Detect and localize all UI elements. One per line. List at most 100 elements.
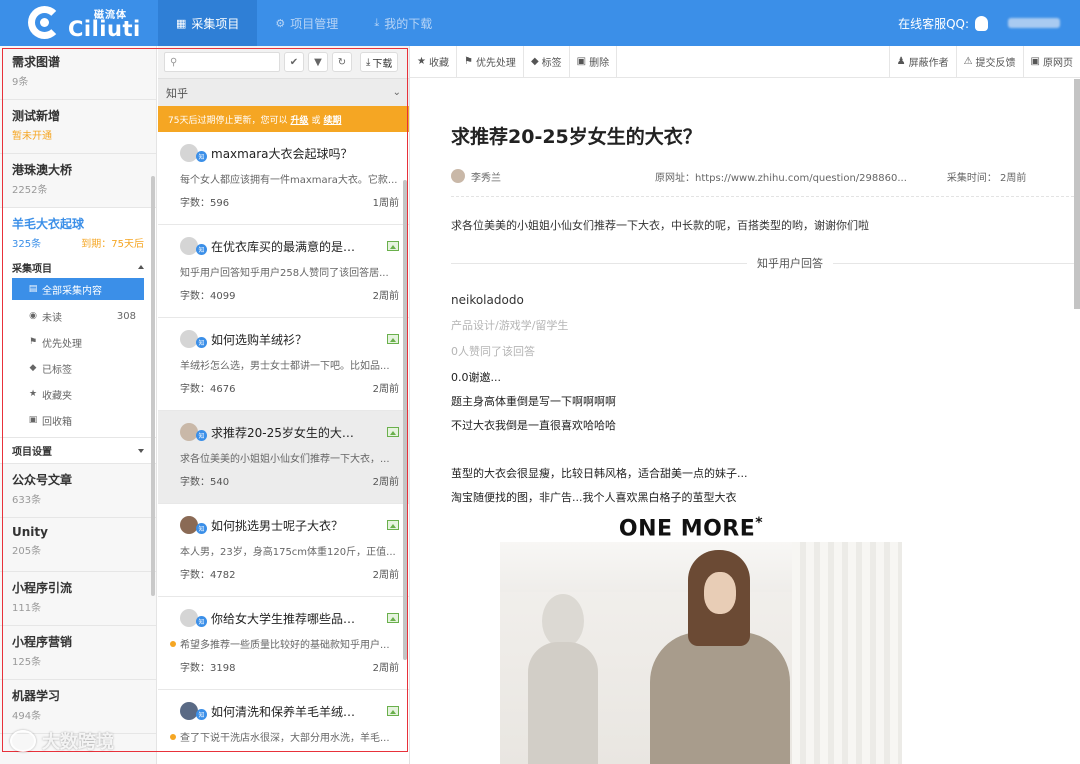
item-word-count: 字数：540: [180, 477, 230, 488]
sidebar-project-active[interactable]: 羊毛大衣起球 325条 到期：75天后: [0, 208, 156, 256]
list-item[interactable]: 知 如何选购羊绒衫？ 羊绒衫怎么选，男士女士都讲一下吧。比如品... 字数：46…: [158, 318, 409, 411]
unread-dot-icon: [170, 734, 176, 740]
question-text: 求各位美美的小姐姐小仙女们推荐一下大衣，中长款的呢，百搭类型的哟，谢谢你们啦: [451, 219, 869, 232]
sub-item-recycle-bin[interactable]: ▣ 回收箱: [12, 407, 144, 433]
nav-project-management[interactable]: ⚙ 项目管理: [257, 0, 356, 46]
sidebar-project[interactable]: 小程序引流 111条: [0, 572, 156, 626]
sidebar-project[interactable]: 港珠澳大桥 2252条: [0, 154, 156, 208]
logo-en-text: Ciliuti: [68, 17, 141, 41]
filter-button[interactable]: ▼: [308, 52, 328, 72]
trash-icon: ▣: [576, 56, 587, 67]
download-icon: ⤓: [374, 16, 380, 29]
zhihu-icon: 知: [196, 522, 207, 534]
item-word-count: 字数：3198: [180, 663, 236, 674]
sidebar-project[interactable]: 机器学习 494条: [0, 680, 156, 734]
answer-line: 不过大衣我倒是一直很喜欢哈哈哈: [451, 419, 616, 432]
item-time: 2周前: [372, 291, 399, 302]
item-time: 2周前: [372, 384, 399, 395]
favorite-button[interactable]: ★ 收藏: [410, 46, 457, 78]
article-list-panel: ⚲ ✔ ▼ ↻ ⤓ 下载 知乎 ⌄ 75天后过期停止更新，您可以 升级 或 续期…: [158, 46, 410, 764]
source-selector[interactable]: 知乎 ⌄: [158, 78, 409, 106]
sub-item-all-content[interactable]: ▤ 全部采集内容: [12, 278, 144, 300]
answer-line: 淘宝随便找的图，非广告...我个人喜欢黑白格子的茧型大衣: [451, 491, 737, 504]
top-right-area: 在线客服QQ:: [898, 0, 1060, 46]
item-summary: 知乎用户回答知乎用户258人赞同了该回答居...: [180, 268, 389, 279]
check-icon: ✔: [289, 56, 299, 68]
sub-item-priority[interactable]: ⚑ 优先处理: [12, 329, 144, 355]
article-meta: 李秀兰 原网址：https://www.zhihu.com/question/2…: [451, 168, 1080, 184]
search-box[interactable]: ⚲: [164, 52, 280, 72]
delete-button[interactable]: ▣ 删除: [570, 46, 618, 78]
item-summary: 每个女人都应该拥有一件maxmara大衣。它款...: [180, 175, 398, 186]
support-label: 在线客服QQ:: [898, 16, 969, 31]
zhihu-icon: 知: [196, 243, 207, 255]
list-item[interactable]: 知 你给女大学生推荐哪些品牌... 希望多推荐一些质量比较好的基础款知乎用户..…: [158, 597, 409, 690]
list-item[interactable]: 知 maxmara大衣会起球吗？ 每个女人都应该拥有一件maxmara大衣。它款…: [158, 132, 409, 225]
refresh-button[interactable]: ↻: [332, 52, 352, 72]
project-sidebar: 需求图谱 9条 测试新增 暂未开通 港珠澳大桥 2252条 羊毛大衣起球 325…: [0, 46, 157, 764]
zhihu-icon: 知: [196, 336, 207, 348]
user-menu[interactable]: [1008, 18, 1060, 28]
download-icon: ⤓: [366, 56, 371, 68]
item-time: 1周前: [372, 198, 399, 209]
collect-section-header[interactable]: 采集项目: [0, 256, 156, 278]
list-scrollbar[interactable]: [403, 180, 407, 660]
collect-submenu: 采集项目 ▤ 全部采集内容 ◉ 未读 308 ⚑ 优先处理 ◆ 已标签 ★ 收藏…: [0, 256, 156, 438]
app-logo[interactable]: 磁流体 Ciliuti: [28, 6, 158, 41]
project-settings-header[interactable]: 项目设置: [0, 438, 156, 464]
answer-line: 茧型的大衣会很显瘦，比较日韩风格，适合甜美一点的妹子...: [451, 467, 748, 480]
chevron-down-icon: ⌄: [392, 87, 401, 98]
content-scrollbar[interactable]: [1074, 79, 1080, 309]
renew-link[interactable]: 续期: [323, 113, 341, 126]
list-item-selected[interactable]: 知 求推荐20-25岁女生的大衣？ 求各位美美的小姐姐小仙女们推荐一下大衣，..…: [158, 411, 409, 504]
sidebar-project[interactable]: Unity 205条: [0, 518, 156, 572]
tag-icon: ◆: [530, 56, 539, 67]
item-word-count: 字数：596: [180, 198, 230, 209]
item-time: 2周前: [372, 477, 399, 488]
item-summary: 希望多推荐一些质量比较好的基础款知乎用户...: [180, 640, 390, 651]
sidebar-project[interactable]: 小程序营销 125条: [0, 626, 156, 680]
author-name[interactable]: 李秀兰: [471, 169, 501, 184]
image-icon: [387, 334, 399, 344]
feedback-button[interactable]: ⚠ 提交反馈: [955, 46, 1023, 78]
sidebar-project[interactable]: 测试新增 暂未开通: [0, 100, 156, 154]
priority-button[interactable]: ⚑ 优先处理: [457, 46, 524, 78]
search-input[interactable]: [180, 56, 277, 68]
sidebar-project[interactable]: 公众号文章 633条: [0, 464, 156, 518]
article-title: 求推荐20-25岁女生的大衣？: [451, 126, 702, 148]
zhihu-icon: 知: [196, 429, 207, 441]
project-count: 325条: [12, 239, 42, 250]
item-summary: 求各位美美的小姐姐小仙女们推荐一下大衣，...: [180, 454, 390, 465]
upgrade-link[interactable]: 升级: [290, 113, 308, 126]
qq-icon[interactable]: [975, 15, 988, 31]
sidebar-scrollbar[interactable]: [151, 176, 155, 596]
sub-item-favorites[interactable]: ★ 收藏夹: [12, 381, 144, 407]
avatar: [180, 609, 198, 627]
product-photo: [500, 542, 902, 764]
zhihu-icon: 知: [196, 615, 207, 627]
nav-my-downloads[interactable]: ⤓ 我的下载: [356, 0, 450, 46]
list-item[interactable]: 知 如何清洗和保养羊毛羊绒衫... 查了下说干洗店水很深，大部分用水洗，羊毛..…: [158, 690, 409, 764]
source-url[interactable]: 原网址：https://www.zhihu.com/question/29886…: [655, 169, 907, 184]
flag-icon: ⚑: [463, 56, 473, 67]
filter-icon: ▼: [314, 56, 322, 68]
block-author-button[interactable]: ♟ 屏蔽作者: [888, 46, 956, 78]
download-button[interactable]: ⤓ 下载: [360, 52, 399, 72]
avatar: [180, 702, 198, 720]
list-icon: ▤: [28, 284, 38, 294]
original-page-button[interactable]: ▣ 原网页: [1022, 46, 1080, 78]
item-word-count: 字数：4099: [180, 291, 236, 302]
nav-collect-projects[interactable]: ▦ 采集项目: [158, 0, 258, 46]
check-button[interactable]: ✔: [284, 52, 304, 72]
item-word-count: 字数：4676: [180, 384, 236, 395]
tag-button[interactable]: ◆ 标签: [524, 46, 570, 78]
window-icon: ▣: [1030, 56, 1040, 67]
list-item[interactable]: 知 如何挑选男士呢子大衣？ 本人男，23岁，身高175cm体重120斤，正值..…: [158, 504, 409, 597]
refresh-icon: ↻: [337, 56, 347, 68]
sub-item-tagged[interactable]: ◆ 已标签: [12, 355, 144, 381]
sidebar-project[interactable]: 需求图谱 9条: [0, 46, 156, 100]
sub-item-unread[interactable]: ◉ 未读 308: [12, 303, 144, 329]
list-item[interactable]: 知 在优衣库买的最满意的是什... 知乎用户回答知乎用户258人赞同了该回答居.…: [158, 225, 409, 318]
avatar: [180, 330, 198, 348]
image-icon: [387, 613, 399, 623]
